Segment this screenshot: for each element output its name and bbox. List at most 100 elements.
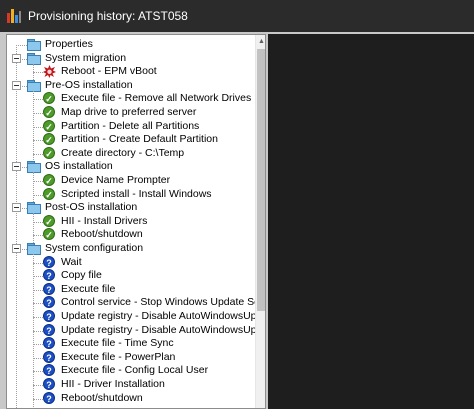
tree-node-label: OS installation bbox=[45, 160, 113, 173]
collapse-minus-icon[interactable] bbox=[12, 203, 21, 213]
success-check-icon: ✓ bbox=[43, 228, 55, 241]
tree-task-node[interactable]: ? Execute file - PowerPlan bbox=[7, 350, 255, 365]
tree-task-node[interactable]: ✓ HII - Install Drivers bbox=[7, 214, 255, 229]
tree-node-label: Execute file - Config Local User bbox=[61, 364, 209, 377]
scroll-thumb[interactable] bbox=[257, 49, 265, 311]
tree-folder-node[interactable]: Properties bbox=[7, 38, 255, 52]
pending-question-icon: ? bbox=[43, 378, 55, 390]
tree-node-label: Execute file - Time Sync bbox=[61, 337, 174, 350]
tree-task-node[interactable]: ? Copy file bbox=[7, 269, 255, 283]
tree-branch-line bbox=[33, 221, 43, 223]
tree-node-label: System configuration bbox=[45, 242, 144, 254]
tree-node-label: Device Name Prompter bbox=[61, 174, 171, 186]
tree-folder-node[interactable]: OS installation bbox=[7, 160, 255, 174]
tree-child-connector-line bbox=[33, 90, 34, 166]
window-title: Provisioning history: ATST058 bbox=[28, 9, 188, 23]
tree-branch-line bbox=[33, 72, 43, 74]
tree-task-node[interactable]: ? Wait bbox=[7, 255, 255, 270]
tree-node-label: Execute file bbox=[61, 282, 116, 295]
tree-node-label: Pre-OS installation bbox=[45, 78, 133, 91]
tree-task-node[interactable]: ? Reboot/shutdown bbox=[7, 391, 255, 406]
tree-branch-line bbox=[33, 235, 43, 237]
tree-task-node[interactable]: ? Update registry - Disable AutoWindowsUp… bbox=[7, 323, 265, 338]
pending-question-icon: ? bbox=[43, 364, 55, 377]
history-tree[interactable]: Properties System migration Reboot - EPM v… bbox=[6, 34, 266, 409]
success-check-icon: ✓ bbox=[43, 146, 55, 159]
tree-branch-line bbox=[33, 344, 43, 346]
tree-branch-line bbox=[33, 317, 43, 318]
tree-node-label: Update registry - Disable AutoWindowsUpd… bbox=[61, 323, 266, 336]
tree-node-label: Reboot/shutdown bbox=[61, 391, 143, 404]
tree-task-node[interactable]: ✓ Scripted install - Install Windows bbox=[7, 187, 255, 202]
tree-task-node[interactable]: ✓ Partition - Delete all Partitions bbox=[7, 119, 255, 134]
success-check-icon: ✓ bbox=[43, 106, 55, 118]
tree-node-label: Create directory - C:\Temp bbox=[61, 146, 185, 159]
folder-icon bbox=[27, 243, 41, 255]
tree-node-label: System migration bbox=[45, 51, 127, 64]
tree-branch-line bbox=[33, 153, 43, 155]
tree-folder-node[interactable]: System configuration bbox=[7, 242, 255, 256]
pending-question-icon: ? bbox=[43, 269, 55, 282]
collapse-minus-icon[interactable] bbox=[12, 80, 21, 90]
error-burst-icon bbox=[43, 65, 56, 79]
tree-node-label: Wait bbox=[61, 255, 82, 268]
tree-task-node[interactable]: ✓ Map drive to preferred server bbox=[7, 106, 255, 120]
tree-folder-node[interactable]: Post-OS installation bbox=[7, 201, 255, 215]
tree-rows: Properties System migration Reboot - EPM v… bbox=[7, 35, 265, 408]
success-check-icon: ✓ bbox=[43, 133, 55, 146]
tree-branch-line bbox=[33, 262, 43, 264]
tree-task-node[interactable]: ? Execute file bbox=[7, 282, 255, 297]
pending-question-icon: ? bbox=[43, 282, 55, 295]
tree-node-label: Partition - Create Default Partition bbox=[61, 133, 218, 146]
collapse-minus-icon[interactable] bbox=[12, 162, 21, 172]
folder-icon bbox=[27, 161, 41, 174]
pending-question-icon: ? bbox=[43, 337, 55, 350]
tree-task-node[interactable]: ? HII - Driver Installation bbox=[7, 378, 255, 392]
tree-task-node[interactable]: ✓ Execute file - Remove all Network Drive… bbox=[7, 92, 255, 106]
success-check-icon: ✓ bbox=[43, 92, 55, 105]
tree-task-node[interactable]: ✓ Partition - Create Default Partition bbox=[7, 133, 255, 147]
tree-task-node[interactable]: ? Execute file - Time Sync bbox=[7, 337, 255, 351]
tree-node-label: Reboot - EPM vBoot bbox=[61, 65, 157, 78]
tree-node-label: Execute file - PowerPlan bbox=[61, 350, 176, 363]
pending-question-icon: ? bbox=[43, 323, 55, 336]
success-check-icon: ✓ bbox=[43, 214, 55, 227]
success-check-icon: ✓ bbox=[43, 174, 55, 186]
tree-node-label: Update registry - Disable AutoWindowsUpd… bbox=[61, 310, 266, 322]
tree-branch-line bbox=[33, 140, 43, 142]
tree-task-node[interactable]: ? Control service - Stop Windows Update S… bbox=[7, 296, 265, 310]
tree-branch-line bbox=[16, 45, 27, 46]
tree-branch-line bbox=[33, 276, 43, 278]
pending-question-icon: ? bbox=[43, 296, 55, 309]
tree-branch-line bbox=[33, 398, 43, 400]
tree-folder-node[interactable]: System migration bbox=[7, 52, 255, 66]
tree-node-label: HII - Install Drivers bbox=[61, 214, 148, 227]
scroll-up-arrow-icon[interactable]: ▲ bbox=[256, 35, 265, 48]
tree-node-label: Reboot/shutdown bbox=[61, 228, 143, 241]
tree-branch-line bbox=[33, 289, 43, 291]
tree-task-node[interactable]: ✓ Create directory - C:\Temp bbox=[7, 146, 255, 161]
tree-task-node[interactable]: Reboot - EPM vBoot bbox=[7, 65, 255, 79]
tree-task-node[interactable]: ✓ Reboot/shutdown bbox=[7, 228, 255, 242]
success-check-icon: ✓ bbox=[43, 119, 55, 132]
tree-branch-line bbox=[33, 181, 43, 182]
tree-branch-line bbox=[33, 99, 43, 101]
folder-icon bbox=[27, 52, 41, 65]
title-bar: Provisioning history: ATST058 bbox=[0, 0, 474, 32]
tree-branch-line bbox=[33, 303, 43, 305]
tree-branch-line bbox=[33, 113, 43, 114]
tree-task-node[interactable]: ? Execute file - Config Local User bbox=[7, 364, 255, 378]
collapse-minus-icon[interactable] bbox=[12, 53, 21, 63]
pending-question-icon: ? bbox=[43, 310, 55, 322]
tree-node-label: Post-OS installation bbox=[45, 201, 138, 214]
collapse-minus-icon[interactable] bbox=[12, 244, 21, 253]
details-pane bbox=[268, 34, 474, 409]
vertical-scrollbar[interactable]: ▲ bbox=[255, 35, 265, 408]
tree-task-node[interactable]: ✓ Device Name Prompter bbox=[7, 174, 255, 188]
tree-branch-line bbox=[33, 194, 43, 196]
tree-branch-line bbox=[33, 330, 43, 332]
tree-task-node[interactable]: ? Update registry - Disable AutoWindowsUp… bbox=[7, 310, 265, 324]
folder-icon bbox=[27, 202, 41, 215]
tree-folder-node[interactable]: Pre-OS installation bbox=[7, 79, 255, 93]
tree-node-label: Partition - Delete all Partitions bbox=[61, 119, 200, 132]
